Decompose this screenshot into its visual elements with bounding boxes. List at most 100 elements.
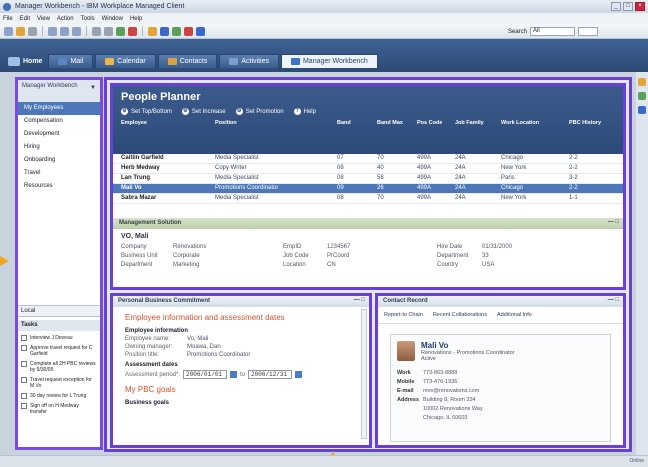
col-work-location[interactable]: Work Location	[501, 120, 569, 126]
tab-recent-collaborations[interactable]: Recent Collaborations	[433, 312, 487, 318]
table-row[interactable]: Caitlin Garfield Media Specialist 07 70 499A…	[113, 154, 623, 164]
col-position[interactable]: Position	[215, 120, 337, 126]
cut-icon[interactable]	[48, 26, 57, 36]
copy-icon[interactable]	[60, 26, 69, 36]
menu-bar: File Edit View Action Tools Window Help	[0, 13, 648, 24]
tab-report-to-chain[interactable]: Report-to Chain	[384, 312, 423, 318]
window-title: Manager Workbench - IBM Workplace Manage…	[15, 3, 185, 10]
sametime-icon[interactable]	[638, 78, 646, 86]
menu-edit[interactable]: Edit	[20, 16, 30, 22]
task-checkbox[interactable]	[21, 345, 27, 351]
sidebar-item-resources[interactable]: Resources	[18, 180, 100, 193]
minimize-icon[interactable]: _	[611, 2, 621, 11]
calendar-icon[interactable]	[295, 371, 303, 378]
close-icon[interactable]: ×	[635, 2, 645, 11]
local-dropdown[interactable]: Local	[18, 305, 100, 317]
status-bar: Online	[0, 455, 648, 467]
contact-name[interactable]: Mali Vo	[421, 341, 515, 350]
end-date-input[interactable]: 2006/12/31	[248, 370, 293, 379]
status-icon[interactable]	[196, 26, 205, 36]
col-pos-code[interactable]: Pos Code	[417, 120, 455, 126]
forward-icon[interactable]	[104, 26, 113, 36]
sidebar-item-my-employees[interactable]: My Employees	[18, 102, 100, 115]
task-checkbox[interactable]	[21, 393, 27, 399]
help-icon: ?	[293, 108, 301, 115]
stop-icon[interactable]	[128, 26, 137, 36]
feed-icon[interactable]	[638, 106, 646, 114]
task-checkbox[interactable]	[21, 361, 27, 367]
task-checkbox[interactable]	[21, 403, 27, 409]
help-button[interactable]: ? Help	[293, 108, 316, 115]
set-promotion-button[interactable]: ⚙ Set Promotion	[235, 108, 284, 115]
table-row[interactable]: Herb Medway Copy Writer 08 40 499A 24A New Yor…	[113, 164, 623, 174]
contacts-icon[interactable]	[172, 26, 181, 36]
task-checkbox[interactable]	[21, 377, 27, 383]
menu-action[interactable]: Action	[57, 16, 74, 22]
gear-icon: ⚙	[121, 108, 128, 115]
home-button[interactable]: Home	[4, 54, 46, 68]
start-date-input[interactable]: 2006/01/01	[183, 370, 228, 379]
col-employee[interactable]: Employee	[121, 120, 215, 126]
search-label: Search	[507, 28, 527, 35]
col-pbc-history[interactable]: PBC History	[569, 120, 609, 126]
maximize-icon[interactable]: □	[623, 2, 633, 11]
right-toolbar	[636, 72, 648, 467]
app-icon	[3, 2, 11, 11]
contact-card: Mali Vo Renovations - Promotions Coordin…	[390, 334, 611, 442]
col-job-family[interactable]: Job Family	[455, 120, 501, 126]
tab-calendar[interactable]: Calendar	[95, 54, 156, 68]
chat-icon[interactable]	[638, 92, 646, 100]
tasks-header[interactable]: Tasks	[18, 320, 100, 331]
sidebar-item-development[interactable]: Development	[18, 128, 100, 141]
paste-icon[interactable]	[72, 26, 81, 36]
sidebar-item-hiring[interactable]: Hiring	[18, 141, 100, 154]
menu-file[interactable]: File	[3, 16, 13, 22]
mail-icon[interactable]	[148, 26, 157, 36]
menu-help[interactable]: Help	[130, 16, 142, 22]
search-scope[interactable]: All	[530, 27, 575, 36]
table-row[interactable]: Lan Trung Media Specialist 08 58 499A 24A Pari…	[113, 174, 623, 184]
task-item: Approve travel request for C Garfield	[18, 343, 100, 359]
tab-contacts[interactable]: Contacts	[157, 54, 218, 68]
search-input[interactable]	[578, 27, 598, 36]
col-band-max[interactable]: Band Max	[377, 120, 417, 126]
calendar-icon[interactable]	[230, 371, 238, 378]
chevron-down-icon[interactable]: ▼	[90, 85, 96, 92]
employee-table: Caitlin Garfield Media Specialist 07 70 499A…	[113, 154, 623, 204]
task-checkbox[interactable]	[21, 335, 27, 341]
sidebar-item-onboarding[interactable]: Onboarding	[18, 154, 100, 167]
table-row-selected[interactable]: Mali Vo Promotions Coordinator 09 26 499A 24A…	[113, 184, 623, 194]
panel-controls[interactable]: — □	[608, 297, 619, 303]
menu-tools[interactable]: Tools	[81, 16, 95, 22]
menu-window[interactable]: Window	[102, 16, 123, 22]
calendar-icon[interactable]	[160, 26, 169, 36]
management-body: VO, Mali Company Renovations EmpID 1234567 H…	[113, 229, 623, 272]
set-increase-button[interactable]: ⚙ Set Increase	[181, 108, 226, 115]
panel-controls[interactable]: — □	[354, 297, 365, 303]
open-icon[interactable]	[16, 26, 25, 36]
back-icon[interactable]	[92, 26, 101, 36]
email-link[interactable]: mvo@renovations.com	[423, 388, 543, 394]
tab-additional-info[interactable]: Additional Info	[497, 312, 532, 318]
col-band[interactable]: Band	[337, 120, 377, 126]
sidebar-item-compensation[interactable]: Compensation	[18, 115, 100, 128]
table-row[interactable]: Sabra Mazar Media Specialist 08 70 499A 24A Ne…	[113, 194, 623, 204]
task-item: Complete all 2H PBC reviews by 9/30/05	[18, 359, 100, 375]
flag-icon[interactable]	[184, 26, 193, 36]
scrollbar[interactable]	[361, 309, 367, 439]
tab-mail[interactable]: Mail	[48, 54, 94, 68]
employee-info: Employee name: Vo, Mali Owning manager: Mo…	[125, 336, 251, 358]
tab-bar: Home Mail Calendar Contacts Activities M…	[0, 39, 648, 72]
tab-activities[interactable]: Activities	[219, 54, 279, 68]
go-icon[interactable]	[116, 26, 125, 36]
set-top-bottom-button[interactable]: ⚙ Set Top/Bottom	[121, 108, 172, 115]
panel-controls[interactable]: — □	[608, 219, 619, 225]
status-text: Online	[629, 458, 644, 464]
pbc-bar: Personal Business Commitment — □	[113, 296, 369, 307]
sidebar-header[interactable]: Manager Workbench ▼	[18, 80, 100, 102]
tab-manager-workbench[interactable]: Manager Workbench	[280, 54, 378, 68]
new-icon[interactable]	[4, 26, 13, 36]
print-icon[interactable]	[28, 26, 37, 36]
sidebar-item-travel[interactable]: Travel	[18, 167, 100, 180]
menu-view[interactable]: View	[37, 16, 50, 22]
